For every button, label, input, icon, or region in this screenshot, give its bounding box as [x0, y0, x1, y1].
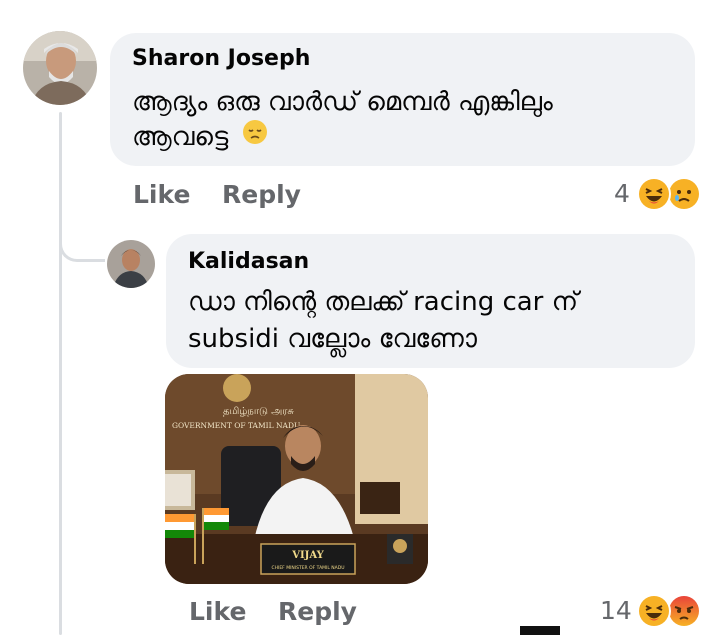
- comment-author[interactable]: Kalidasan: [188, 249, 309, 274]
- sign-tamil: தமிழ்நாடு அரசு: [223, 406, 294, 417]
- nameplate-title: CHIEF MINISTER OF TAMIL NADU: [271, 565, 344, 571]
- like-button[interactable]: Like: [133, 180, 190, 209]
- comment-text-line-2: ആവട്ടെ: [132, 115, 268, 160]
- thread-line: [59, 112, 62, 635]
- screen-edge-artifact: [520, 626, 560, 635]
- comment-author[interactable]: Sharon Joseph: [132, 46, 310, 71]
- comment-text-line-2-content: ആവട്ടെ: [132, 122, 229, 152]
- angry-icon[interactable]: [667, 594, 701, 628]
- nameplate-name: VIJAY: [291, 550, 324, 561]
- disappointed-face-icon: [242, 115, 268, 160]
- like-button[interactable]: Like: [189, 597, 246, 626]
- reaction-count[interactable]: 14: [600, 596, 632, 625]
- avatar-kalidasan[interactable]: [107, 240, 155, 288]
- reply-button[interactable]: Reply: [222, 180, 301, 209]
- avatar-sharon-joseph[interactable]: [23, 31, 97, 105]
- haha-icon[interactable]: [637, 177, 671, 211]
- sign-english: GOVERNMENT OF TAMIL NADU: [172, 421, 300, 430]
- reply-button[interactable]: Reply: [278, 597, 357, 626]
- haha-icon[interactable]: [637, 594, 671, 628]
- reply-connector: [59, 232, 105, 262]
- reaction-count[interactable]: 4: [614, 179, 630, 208]
- comment-attached-photo[interactable]: தமிழ்நாடு அரசு GOVERNMENT OF TAMIL NADU …: [165, 374, 428, 584]
- comment-text-line-2: subsidi വല്ലോം വേണോ: [188, 324, 477, 354]
- sad-icon[interactable]: [667, 177, 701, 211]
